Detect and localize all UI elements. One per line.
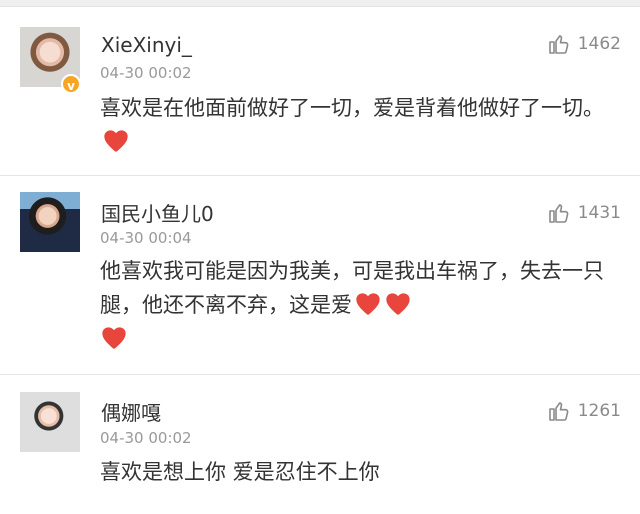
timestamp: 04-30 00:02 — [100, 64, 192, 82]
comment-item: 偶娜嘎 04-30 00:02 1261 喜欢是想上你 爱是忍住不上你 — [0, 375, 640, 514]
heart-icon — [386, 293, 410, 315]
heart-icon — [102, 327, 126, 349]
like-button[interactable]: 1431 — [546, 201, 621, 225]
timestamp: 04-30 00:04 — [100, 229, 192, 247]
heart-icon — [104, 130, 128, 152]
thumbs-up-icon — [548, 204, 569, 223]
timestamp: 04-30 00:02 — [100, 429, 192, 447]
like-button[interactable]: 1462 — [546, 32, 621, 56]
like-count: 1462 — [577, 34, 621, 54]
avatar[interactable] — [20, 192, 80, 252]
comment-body: 喜欢是想上你 爱是忍住不上你 — [100, 460, 380, 484]
comment-body: 喜欢是在他面前做好了一切，爱是背着他做好了一切。 — [100, 96, 604, 120]
thumbs-up-icon — [548, 35, 569, 54]
username[interactable]: 偶娜嘎 — [101, 397, 161, 426]
like-count: 1431 — [577, 203, 621, 223]
like-count: 1261 — [577, 401, 621, 421]
top-divider — [0, 0, 640, 7]
comment-text: 他喜欢我可能是因为我美，可是我出车祸了，失去一只腿，他还不离不弃，这是爱 — [100, 254, 626, 356]
comment-body: 他喜欢我可能是因为我美，可是我出车祸了，失去一只腿，他还不离不弃，这是爱 — [100, 259, 604, 317]
username[interactable]: XieXinyi_ — [101, 33, 192, 57]
thumbs-up-icon — [548, 402, 569, 421]
comments-feed: v XieXinyi_ 04-30 00:02 1462 喜欢是在他面前做好了一… — [0, 0, 640, 514]
like-button[interactable]: 1261 — [546, 399, 621, 423]
heart-icon — [356, 293, 380, 315]
avatar[interactable] — [20, 392, 80, 452]
username[interactable]: 国民小鱼儿0 — [101, 198, 214, 227]
verified-badge-icon: v — [61, 74, 81, 94]
comment-text: 喜欢是想上你 爱是忍住不上你 — [100, 455, 626, 489]
comment-item: 国民小鱼儿0 04-30 00:04 1431 他喜欢我可能是因为我美，可是我出… — [0, 176, 640, 375]
comment-item: v XieXinyi_ 04-30 00:02 1462 喜欢是在他面前做好了一… — [0, 7, 640, 176]
comment-text: 喜欢是在他面前做好了一切，爱是背着他做好了一切。 — [100, 91, 626, 159]
